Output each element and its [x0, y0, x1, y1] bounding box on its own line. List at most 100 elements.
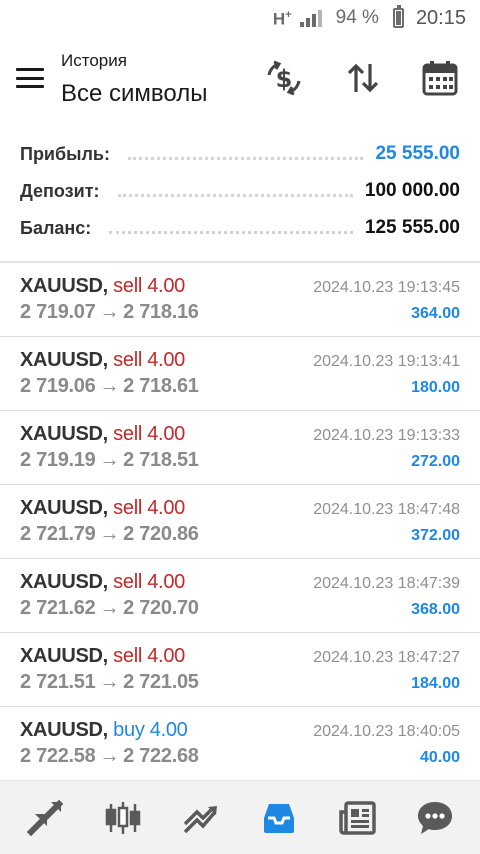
calendar-icon[interactable]: [420, 58, 460, 98]
trade-title: XAUUSD, sell 4.00: [20, 645, 185, 668]
battery-percent: 94 %: [335, 7, 379, 28]
deposit-label: Депозит:: [20, 180, 100, 201]
trade-title: XAUUSD, sell 4.00: [20, 275, 185, 298]
arrow-right-icon: →: [99, 301, 120, 323]
trade-profit: 184.00: [411, 675, 460, 692]
trade-time: 2024.10.23 19:13:33: [313, 427, 460, 444]
chat-icon[interactable]: [407, 790, 463, 846]
trade-close-price: 2 721.05: [123, 671, 199, 693]
account-summary: Прибыль: 25 555.00 Депозит: 100 000.00 Б…: [0, 132, 480, 260]
trade-row[interactable]: XAUUSD, sell 4.00 2 719.06 → 2 718.61 2024…: [0, 337, 480, 411]
trade-prices: 2 719.07 → 2 718.16: [20, 301, 199, 324]
dotted-leader: [117, 193, 353, 197]
trade-profit: 364.00: [411, 305, 460, 322]
trade-title: XAUUSD, sell 4.00: [20, 423, 185, 446]
trade-row[interactable]: XAUUSD, sell 4.00 2 721.51 → 2 721.05 2024…: [0, 633, 480, 707]
trade-row[interactable]: XAUUSD, sell 4.00 2 719.19 → 2 718.51 2024…: [0, 411, 480, 485]
trade-separator: ,: [102, 719, 114, 741]
chart-icon[interactable]: [95, 790, 151, 846]
arrow-right-icon: →: [99, 375, 120, 397]
trade-time: 2024.10.23 18:47:48: [313, 501, 460, 518]
trade-icon[interactable]: [173, 790, 229, 846]
quotes-icon[interactable]: [17, 790, 73, 846]
clock: 20:15: [415, 6, 466, 29]
trade-open-price: 2 722.58: [20, 745, 96, 767]
balance-row: Баланс: 125 555.00: [20, 210, 460, 246]
trade-separator: ,: [102, 275, 114, 297]
trade-symbol: XAUUSD: [20, 497, 103, 519]
trade-prices: 2 719.19 → 2 718.51: [20, 449, 199, 472]
dotted-leader: [109, 230, 353, 234]
trade-separator: ,: [102, 645, 114, 667]
trade-title: XAUUSD, sell 4.00: [20, 571, 185, 594]
trade-time: 2024.10.23 18:47:39: [313, 575, 460, 592]
trade-type: sell 4.00: [113, 349, 185, 371]
trade-title: XAUUSD, sell 4.00: [20, 497, 185, 520]
trade-separator: ,: [102, 423, 114, 445]
trade-symbol: XAUUSD: [20, 719, 103, 741]
trade-row[interactable]: XAUUSD, buy 4.00 2 722.58 → 2 722.68 2024.…: [0, 707, 480, 781]
trade-history-list: XAUUSD, sell 4.00 2 719.07 → 2 718.16 2024…: [0, 263, 480, 781]
trade-close-price: 2 722.68: [123, 745, 199, 767]
trade-prices: 2 722.58 → 2 722.68: [20, 745, 199, 768]
trade-time: 2024.10.23 19:13:45: [313, 279, 460, 296]
trade-profit: 368.00: [411, 601, 460, 618]
arrow-right-icon: →: [99, 597, 120, 619]
trade-close-price: 2 720.70: [123, 597, 199, 619]
news-icon[interactable]: [329, 790, 385, 846]
trade-open-price: 2 719.19: [20, 449, 96, 471]
trade-type: sell 4.00: [113, 645, 185, 667]
header-subtitle: История: [61, 51, 127, 70]
arrow-right-icon: →: [99, 523, 120, 545]
balance-label: Баланс:: [20, 217, 92, 238]
trade-open-price: 2 719.07: [20, 301, 96, 323]
trade-row[interactable]: XAUUSD, sell 4.00 2 721.79 → 2 720.86 2024…: [0, 485, 480, 559]
trade-profit: 40.00: [419, 749, 460, 766]
trade-prices: 2 721.79 → 2 720.86: [20, 523, 199, 546]
trade-open-price: 2 721.51: [20, 671, 96, 693]
history-icon[interactable]: [251, 790, 307, 846]
trade-profit: 372.00: [411, 527, 460, 544]
balance-value: 125 555.00: [364, 217, 460, 238]
trade-open-price: 2 721.79: [20, 523, 96, 545]
header-title[interactable]: Все символы: [61, 80, 207, 108]
trade-symbol: XAUUSD: [20, 571, 103, 593]
trade-title: XAUUSD, sell 4.00: [20, 349, 185, 372]
trade-row[interactable]: XAUUSD, sell 4.00 2 721.62 → 2 720.70 2024…: [0, 559, 480, 633]
deposit-row: Депозит: 100 000.00: [20, 173, 460, 209]
trade-prices: 2 721.51 → 2 721.05: [20, 671, 199, 694]
sort-icon[interactable]: [343, 58, 383, 98]
signal-icon: [299, 9, 322, 27]
trade-close-price: 2 718.16: [123, 301, 199, 323]
network-type: H+: [272, 8, 292, 29]
trade-close-price: 2 718.61: [123, 375, 199, 397]
trade-type: sell 4.00: [113, 423, 185, 445]
trade-title: XAUUSD, buy 4.00: [20, 719, 188, 742]
arrow-right-icon: →: [99, 745, 120, 767]
trade-profit: 272.00: [411, 453, 460, 470]
currency-exchange-icon[interactable]: $: [264, 58, 304, 98]
trade-prices: 2 721.62 → 2 720.70: [20, 597, 199, 620]
profit-label: Прибыль:: [20, 143, 110, 164]
trade-open-price: 2 721.62: [20, 597, 96, 619]
trade-time: 2024.10.23 18:40:05: [313, 723, 460, 740]
trade-symbol: XAUUSD: [20, 275, 103, 297]
trade-prices: 2 719.06 → 2 718.61: [20, 375, 199, 398]
status-bar: H+ 94 % 20:15: [0, 0, 480, 36]
bottom-navigation: [0, 780, 480, 854]
dotted-leader: [127, 156, 364, 160]
trade-symbol: XAUUSD: [20, 645, 103, 667]
app-header: История Все символы $: [0, 36, 480, 120]
trade-type: sell 4.00: [113, 275, 185, 297]
arrow-right-icon: →: [99, 671, 120, 693]
menu-icon[interactable]: [16, 68, 44, 88]
deposit-value: 100 000.00: [364, 180, 460, 201]
trade-separator: ,: [102, 497, 114, 519]
trade-profit: 180.00: [411, 379, 460, 396]
trade-time: 2024.10.23 18:47:27: [313, 649, 460, 666]
battery-icon: [392, 5, 404, 28]
trade-row[interactable]: XAUUSD, sell 4.00 2 719.07 → 2 718.16 2024…: [0, 263, 480, 337]
trade-symbol: XAUUSD: [20, 423, 103, 445]
profit-row: Прибыль: 25 555.00: [20, 136, 460, 172]
trade-close-price: 2 720.86: [123, 523, 199, 545]
